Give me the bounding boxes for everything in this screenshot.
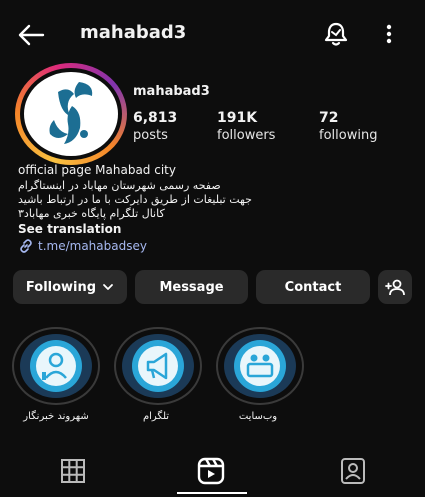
tagged-icon[interactable] [337,455,369,487]
news-desk-icon [234,340,286,392]
posts-count[interactable]: 6,813 [133,110,177,126]
bio-line: کانال تلگرام پایگاه خبری مهاباد۳ [18,207,165,220]
highlight-label: شهروند خبرنگار [23,411,89,422]
more-vertical-icon[interactable] [378,20,400,48]
avatar-story-ring[interactable] [15,63,127,165]
posts-label[interactable]: posts [133,128,168,143]
bio-link-text[interactable]: t.me/mahabadsey [38,239,147,253]
reporter-icon [30,340,82,392]
bio-line: جهت تبلیغات از طریق دایرکت با ما در ارتب… [18,193,252,206]
mahabad-logo-icon [49,82,93,144]
highlight-reporter[interactable] [12,327,100,405]
arrow-left-icon[interactable] [16,20,46,50]
avatar [24,72,118,156]
following-button[interactable]: Following [13,270,127,304]
add-user-button[interactable] [378,270,412,304]
highlight-telegram[interactable] [114,327,202,405]
highlight-label: تلگرام [142,411,170,422]
highlight-website[interactable] [216,327,304,405]
contact-button[interactable]: Contact [256,270,370,304]
highlight-label: وب‌سایت [238,411,278,422]
message-button[interactable]: Message [135,270,248,304]
followers-count[interactable]: 191K [217,110,257,126]
chevron-down-icon [103,284,113,290]
grid-icon[interactable] [57,455,89,487]
see-translation-link[interactable]: See translation [18,222,121,236]
bell-icon[interactable] [322,20,350,48]
megaphone-icon [132,340,184,392]
following-count[interactable]: 72 [319,110,338,126]
link-icon [20,239,32,253]
bio-line: صفحه رسمی شهرستان مهاباد در اینستاگرام [18,179,221,192]
bio-headline: official page Mahabad city [18,163,176,177]
add-user-icon [385,279,405,296]
followers-label[interactable]: followers [217,128,275,143]
bio-link[interactable]: t.me/mahabadsey [18,238,147,254]
reels-icon[interactable] [195,455,227,487]
page-title: mahabad3 [80,22,187,43]
profile-name: mahabad3 [133,84,210,99]
following-label[interactable]: following [319,128,377,143]
active-tab-indicator [177,492,247,494]
following-button-label: Following [25,279,97,295]
